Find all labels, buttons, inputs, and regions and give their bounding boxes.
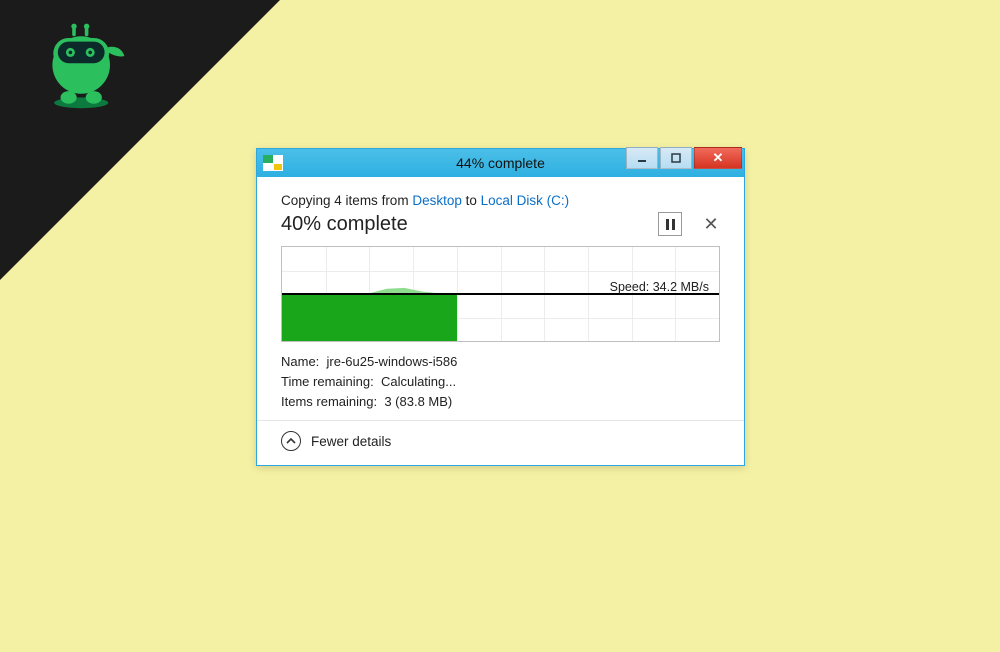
fewer-details-toggle[interactable]: Fewer details — [281, 431, 720, 451]
detail-time-label: Time remaining: — [281, 374, 374, 389]
detail-time-value: Calculating... — [381, 374, 456, 389]
close-icon: ✕ — [713, 150, 724, 166]
progress-controls: ✕ — [658, 212, 720, 236]
copy-to-word: to — [462, 193, 481, 208]
pause-button[interactable] — [658, 212, 682, 236]
detail-name-label: Name: — [281, 354, 319, 369]
detail-time: Time remaining: Calculating... — [281, 372, 720, 392]
chevron-up-icon — [281, 431, 301, 451]
detail-name-value: jre-6u25-windows-i586 — [327, 354, 458, 369]
copy-dest-link[interactable]: Local Disk (C:) — [481, 193, 570, 208]
progress-row: 40% complete ✕ — [281, 212, 720, 236]
chart-bottom-fill — [282, 294, 457, 341]
copy-dialog: 44% complete ✕ Copying 4 items from Desk… — [256, 148, 745, 466]
close-button[interactable]: ✕ — [694, 147, 742, 169]
maximize-button[interactable] — [660, 147, 692, 169]
detail-name: Name: jre-6u25-windows-i586 — [281, 352, 720, 372]
dialog-body: Copying 4 items from Desktop to Local Di… — [257, 177, 744, 465]
speed-label: Speed: 34.2 MB/s — [610, 280, 709, 294]
window-controls: ✕ — [626, 147, 742, 169]
detail-items: Items remaining: 3 (83.8 MB) — [281, 392, 720, 412]
site-logo-robot — [38, 20, 128, 110]
copy-from-word: from — [378, 193, 413, 208]
copy-count: 4 items — [334, 193, 378, 208]
cancel-icon: ✕ — [703, 214, 718, 234]
titlebar[interactable]: 44% complete ✕ — [257, 149, 744, 177]
fewer-details-label: Fewer details — [311, 434, 391, 449]
chart-area-svg — [282, 247, 457, 294]
minimize-icon — [637, 153, 647, 163]
detail-items-label: Items remaining: — [281, 394, 377, 409]
copy-description: Copying 4 items from Desktop to Local Di… — [281, 193, 720, 208]
maximize-icon — [671, 153, 681, 163]
cancel-button[interactable]: ✕ — [702, 214, 720, 235]
speed-chart: Speed: 34.2 MB/s — [281, 246, 720, 342]
copy-prefix: Copying — [281, 193, 334, 208]
progress-text: 40% complete — [281, 213, 408, 236]
copy-source-link[interactable]: Desktop — [412, 193, 462, 208]
minimize-button[interactable] — [626, 147, 658, 169]
detail-items-value: 3 (83.8 MB) — [384, 394, 452, 409]
pause-icon — [666, 219, 675, 230]
details-block: Name: jre-6u25-windows-i586 Time remaini… — [281, 352, 720, 412]
chart-top-fill — [282, 247, 457, 294]
divider — [257, 420, 744, 421]
